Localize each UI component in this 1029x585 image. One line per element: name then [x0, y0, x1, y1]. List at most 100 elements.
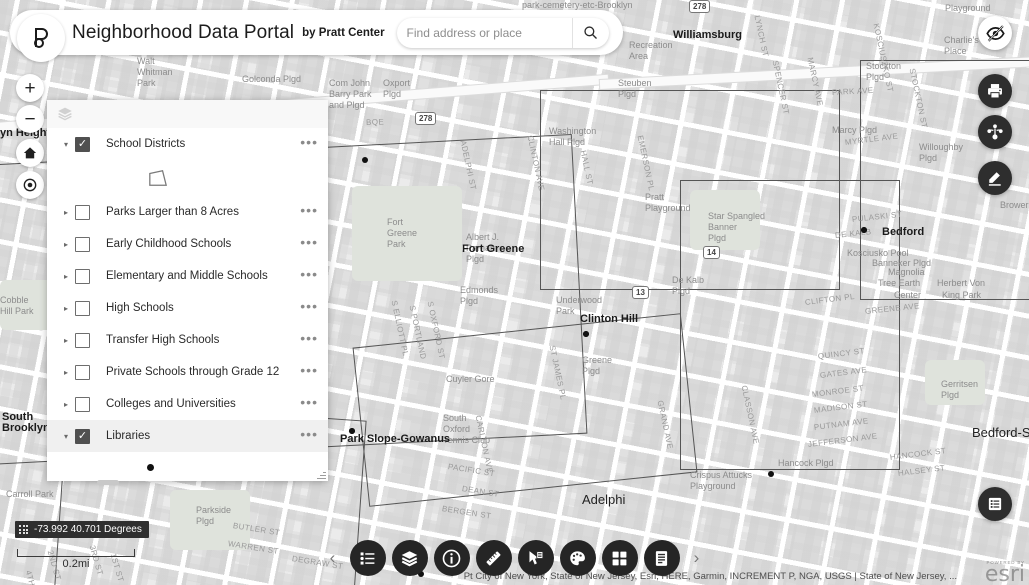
chevron-right-icon[interactable]: ▸: [59, 304, 73, 313]
chevron-right-icon[interactable]: ▸: [59, 272, 73, 281]
toolbar-next-button[interactable]: ›: [686, 543, 708, 573]
report-button[interactable]: [644, 540, 680, 576]
bottom-toolbar: ‹: [322, 540, 708, 576]
about-info-button[interactable]: [434, 540, 470, 576]
library-point-feature[interactable]: [583, 331, 589, 337]
layer-options-button[interactable]: •••: [300, 398, 318, 410]
chevron-right-icon[interactable]: ▸: [59, 400, 73, 409]
layer-options-button[interactable]: •••: [300, 206, 318, 218]
zoom-in-button[interactable]: +: [16, 74, 44, 102]
map-route-shield: 14: [703, 246, 720, 259]
print-button[interactable]: [978, 74, 1012, 108]
layer-visibility-checkbox[interactable]: [75, 205, 90, 220]
palette-icon: [568, 549, 587, 568]
library-point-feature[interactable]: [362, 157, 368, 163]
layer-row[interactable]: ▸ Transfer High Schools•••: [47, 324, 328, 356]
search-button[interactable]: [572, 18, 609, 48]
library-point-feature[interactable]: [768, 471, 774, 477]
check-icon: ✓: [78, 431, 87, 442]
attribute-table-button[interactable]: [978, 487, 1012, 521]
layer-options-button[interactable]: •••: [300, 138, 318, 150]
hide-layers-button[interactable]: [978, 16, 1012, 50]
layer-options-button[interactable]: •••: [300, 302, 318, 314]
layer-row[interactable]: ▸ Private Schools through Grade 12•••: [47, 356, 328, 388]
grid-gallery-button[interactable]: [602, 540, 638, 576]
panel-scrollbar[interactable]: [97, 480, 119, 485]
layer-options-button[interactable]: •••: [300, 366, 318, 378]
layers-panel[interactable]: ▾✓School Districts•••▸Parks Larger than …: [47, 100, 328, 481]
layer-visibility-checkbox[interactable]: [75, 269, 90, 284]
map-label: Center: [894, 290, 921, 301]
chevron-right-icon[interactable]: ▸: [59, 240, 73, 249]
layer-visibility-checkbox[interactable]: [75, 365, 90, 380]
analysis-button[interactable]: [560, 540, 596, 576]
layer-visibility-checkbox[interactable]: [75, 237, 90, 252]
layer-row[interactable]: ▸High Schools•••: [47, 292, 328, 324]
map-label: Bedford-S: [972, 427, 1029, 438]
layer-options-button[interactable]: •••: [300, 334, 318, 346]
layer-row[interactable]: ▾✓Libraries•••: [47, 420, 328, 452]
home-button[interactable]: [16, 139, 44, 167]
draw-button[interactable]: [978, 161, 1012, 195]
search-input[interactable]: [397, 26, 572, 40]
share-button[interactable]: [978, 115, 1012, 149]
search-icon: [583, 25, 598, 40]
layer-name: Early Childhood Schools: [106, 238, 300, 250]
eye-slash-icon: [986, 24, 1005, 43]
map-label: Golconda Plgd: [242, 74, 301, 85]
pratt-p-logo[interactable]: [17, 14, 65, 62]
library-point-feature[interactable]: [349, 428, 355, 434]
layer-row[interactable]: ▸ Early Childhood Schools•••: [47, 228, 328, 260]
panel-resize-grip[interactable]: [316, 469, 326, 479]
legend-button[interactable]: [350, 540, 386, 576]
map-label: Clinton Hill: [580, 314, 638, 325]
layer-visibility-checkbox[interactable]: ✓: [75, 429, 90, 444]
map-label: OxportPlgd: [383, 78, 410, 100]
layer-name: School Districts: [106, 138, 300, 150]
zoom-out-button[interactable]: −: [16, 105, 44, 133]
toolbar-prev-button[interactable]: ‹: [322, 543, 344, 573]
layer-name: Transfer High Schools: [106, 334, 300, 346]
layer-visibility-checkbox[interactable]: ✓: [75, 137, 90, 152]
chevron-right-icon[interactable]: ▸: [59, 336, 73, 345]
layer-visibility-checkbox[interactable]: [75, 301, 90, 316]
scale-label: 0.2mi: [17, 558, 135, 570]
layer-row[interactable]: ▾✓ School Districts•••: [47, 128, 328, 160]
chevron-right-icon[interactable]: ▸: [59, 208, 73, 217]
layer-visibility-checkbox[interactable]: [75, 397, 90, 412]
layer-options-button[interactable]: •••: [300, 270, 318, 282]
layer-options-button[interactable]: •••: [300, 430, 318, 442]
map-label: De KalbPlgd: [672, 275, 704, 297]
map-label: Star SpangledBannerPlgd: [708, 211, 765, 244]
legend-list-icon: [358, 549, 377, 568]
layers-list[interactable]: ▾✓School Districts•••▸Parks Larger than …: [47, 128, 328, 481]
page-title: Neighborhood Data Portal: [72, 22, 294, 44]
layer-options-button[interactable]: •••: [300, 238, 318, 250]
map-label: BQE: [366, 116, 384, 128]
locate-button[interactable]: [16, 171, 44, 199]
basemap-gallery-button[interactable]: [392, 540, 428, 576]
chevron-right-icon[interactable]: ▸: [59, 368, 73, 377]
coordinates-widget[interactable]: -73.992 40.701 Degrees: [15, 521, 149, 538]
crosshair-dots-icon: [19, 525, 28, 534]
library-point-feature[interactable]: [861, 227, 867, 233]
map-label: ParksidePlgd: [196, 505, 231, 527]
app-byline: by Pratt Center: [302, 27, 384, 39]
esri-logo[interactable]: POWERED BY esri: [985, 560, 1025, 584]
measure-button[interactable]: [476, 540, 512, 576]
layers-panel-header: [47, 100, 328, 128]
layer-row[interactable]: ▸ Parks Larger than 8 Acres•••: [47, 196, 328, 228]
map-label: WashingtonHall Plgd: [549, 126, 596, 148]
map-application: FortGreeneParkAlbert J.ParhamPlgdEdmonds…: [0, 0, 1029, 585]
layer-row[interactable]: ▸Colleges and Universities•••: [47, 388, 328, 420]
select-features-button[interactable]: [518, 540, 554, 576]
layer-row[interactable]: ▸Elementary and Middle Schools•••: [47, 260, 328, 292]
layer-name: Private Schools through Grade 12: [106, 366, 300, 378]
layer-name: Parks Larger than 8 Acres: [106, 206, 300, 218]
layer-visibility-checkbox[interactable]: [75, 333, 90, 348]
search-box: [397, 18, 609, 48]
app-header: Neighborhood Data Portal by Pratt Center: [10, 10, 623, 55]
esri-wordmark: esri: [985, 565, 1025, 584]
chevron-down-icon[interactable]: ▾: [59, 140, 73, 149]
chevron-down-icon[interactable]: ▾: [59, 432, 73, 441]
